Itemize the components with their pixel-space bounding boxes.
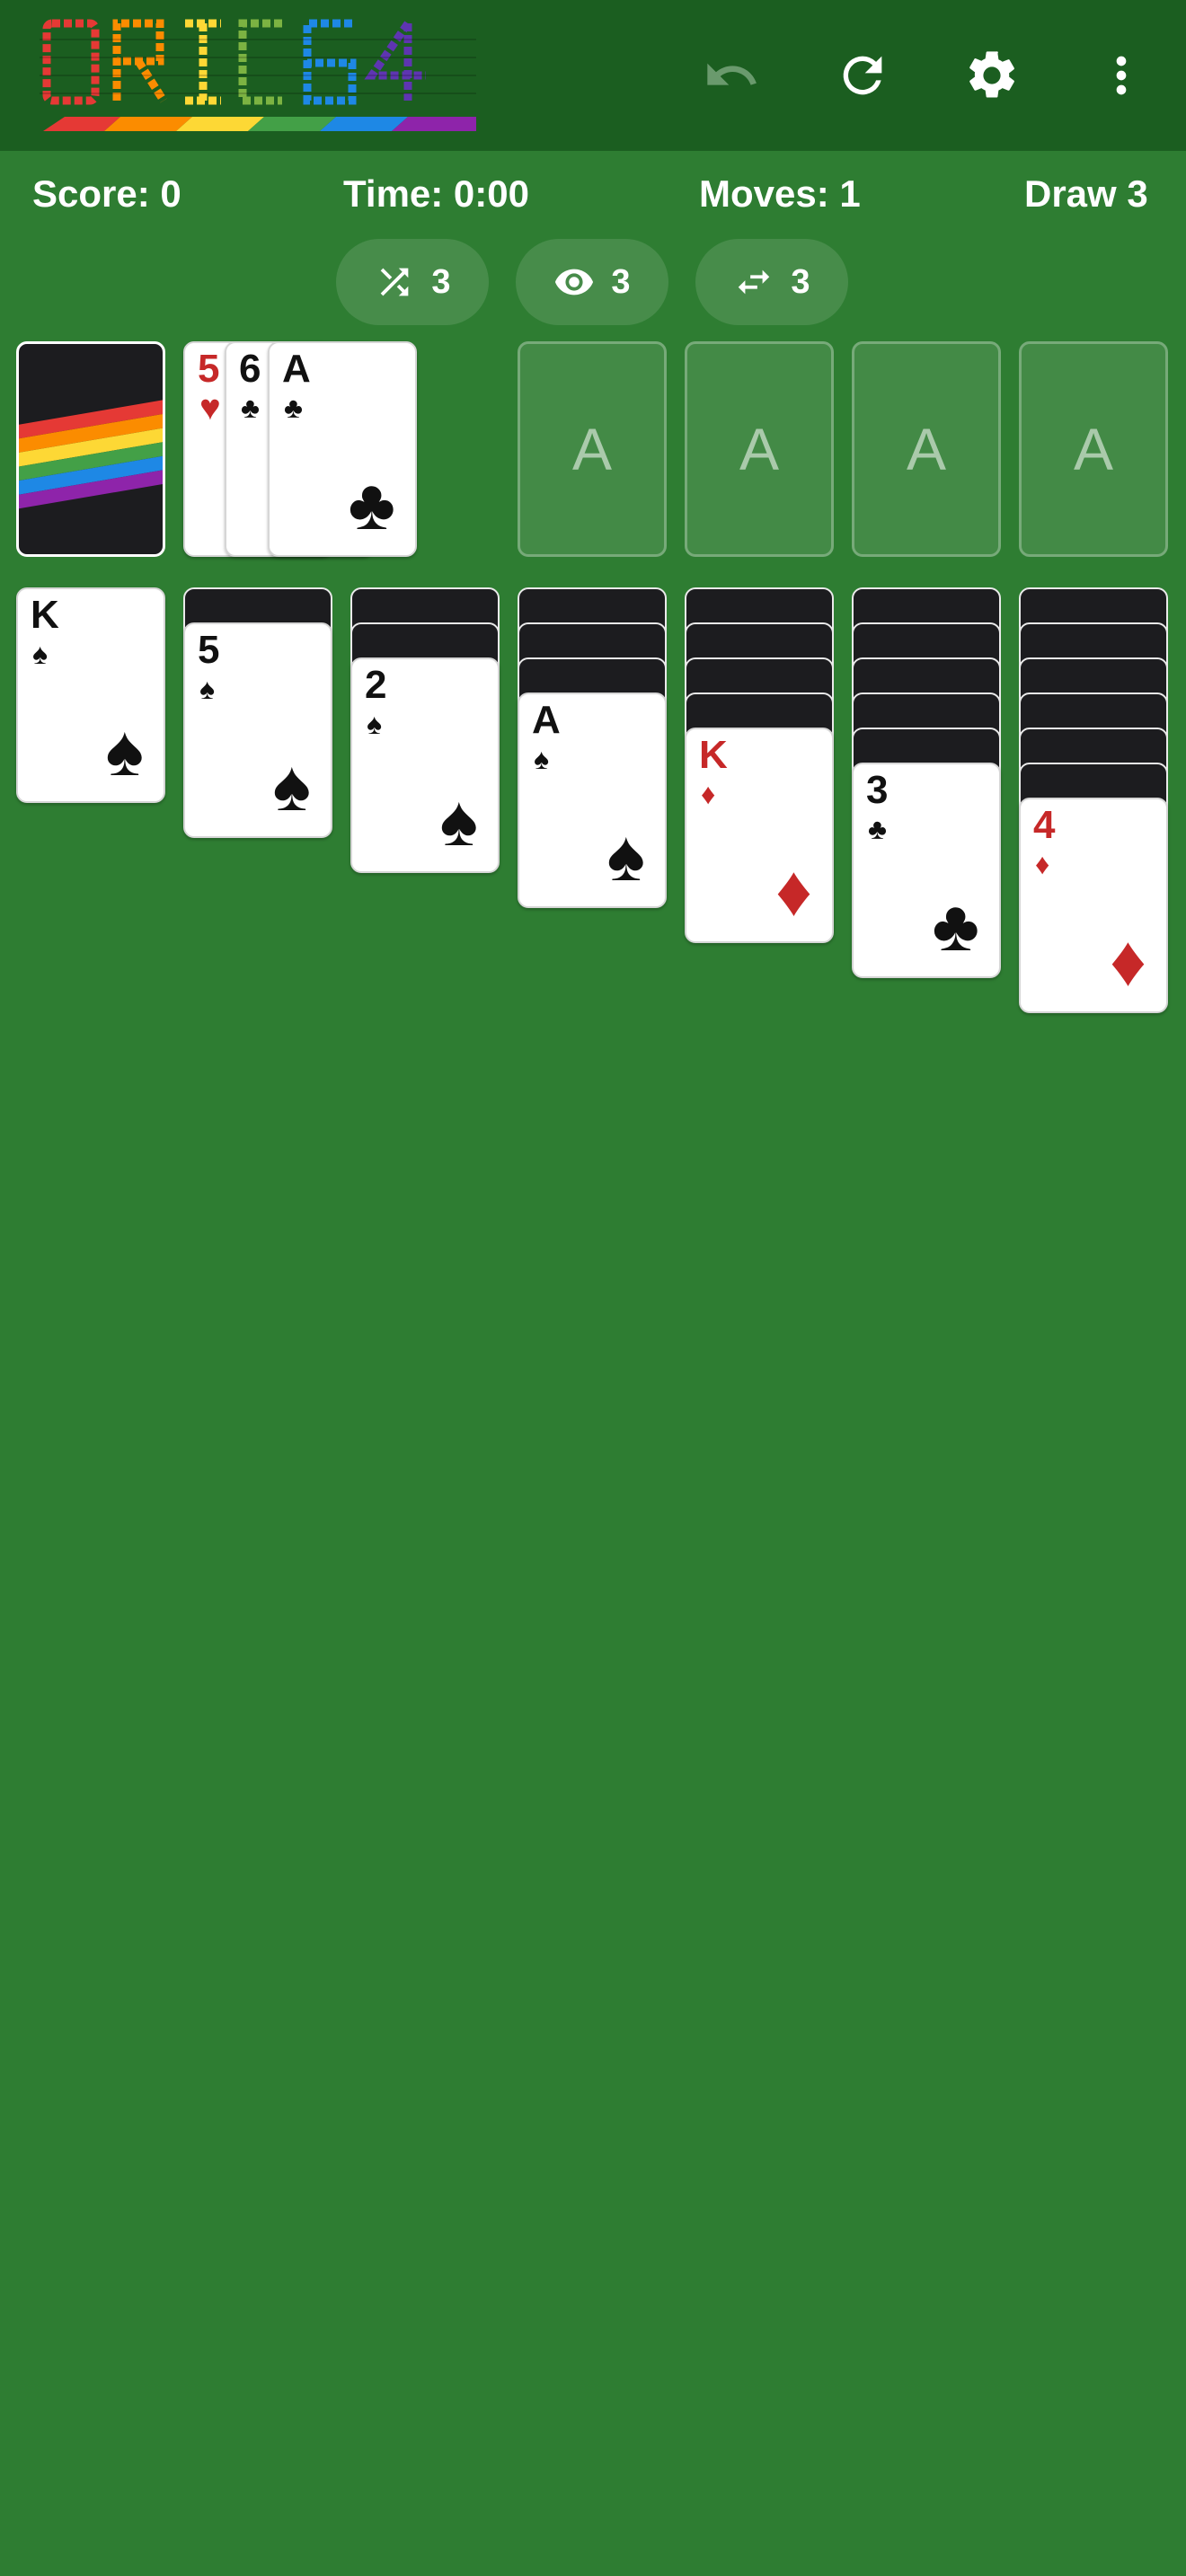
card-rank: 6 xyxy=(239,347,261,391)
card-suit: ♠ xyxy=(534,743,549,775)
tableau-top-card-2[interactable]: 5 ♠ ♠ xyxy=(183,622,332,838)
hint-count-pill[interactable]: 3 xyxy=(516,239,668,325)
card-rank: 5 xyxy=(198,347,220,391)
foundation-label: A xyxy=(1073,416,1114,482)
tableau-top-card-7[interactable]: 4 ♦ ♦ xyxy=(1019,798,1168,1013)
time-text: Time: 0:00 xyxy=(343,172,529,215)
shuffle-count-pill[interactable]: 3 xyxy=(336,239,489,325)
foundation-label: A xyxy=(739,416,780,482)
hint-count: 3 xyxy=(611,262,631,301)
card-rank: 3 xyxy=(866,768,889,812)
foundation-slot-2[interactable]: A xyxy=(685,341,834,557)
card-rank: K xyxy=(31,593,59,637)
swap-count: 3 xyxy=(791,262,810,301)
card-suit: ♣ xyxy=(284,392,303,424)
card-suit-large: ♣ xyxy=(932,886,980,966)
more-menu-button[interactable] xyxy=(1084,38,1159,113)
card-rank: K xyxy=(699,733,728,777)
settings-button[interactable] xyxy=(954,38,1030,113)
card-suit-large: ♣ xyxy=(348,464,396,544)
tableau-top-card-5[interactable]: K ♦ ♦ xyxy=(685,728,834,943)
gear-icon xyxy=(969,51,1014,98)
oric64-logo xyxy=(40,13,476,133)
card-suit: ♥ xyxy=(199,388,221,428)
card-suit: ♦ xyxy=(701,778,716,810)
eye-icon xyxy=(555,269,594,296)
foundation-slot-1[interactable]: A xyxy=(518,341,667,557)
undo-button[interactable] xyxy=(694,38,769,113)
card-suit: ♣ xyxy=(868,813,887,845)
swap-icon xyxy=(739,269,770,295)
card-suit-large: ♠ xyxy=(105,710,145,790)
card-suit: ♠ xyxy=(199,673,215,705)
foundation-label: A xyxy=(906,416,947,482)
tableau-top-card-3[interactable]: 2 ♠ ♠ xyxy=(350,657,500,873)
undo-icon xyxy=(707,63,757,85)
moves-text: Moves: 1 xyxy=(699,172,861,215)
card-suit: ♠ xyxy=(32,638,48,670)
foundation-label: A xyxy=(571,416,613,482)
card-back-rainbow xyxy=(19,400,163,509)
stock-pile[interactable] xyxy=(16,341,165,557)
foundation-slot-3[interactable]: A xyxy=(852,341,1001,557)
game-stats-bar: Score: 0 Time: 0:00 Moves: 1 Draw 3 xyxy=(0,162,1186,230)
more-vert-icon xyxy=(1116,56,1127,95)
foundation-slot-4[interactable]: A xyxy=(1019,341,1168,557)
card-rank: 5 xyxy=(198,628,220,672)
card-rank: 2 xyxy=(365,663,387,707)
card-rank: A xyxy=(532,698,561,742)
shuffle-count: 3 xyxy=(431,262,451,301)
tableau-top-card-6[interactable]: 3 ♣ ♣ xyxy=(852,763,1001,978)
swap-count-pill[interactable]: 3 xyxy=(695,239,848,325)
top-app-bar xyxy=(0,0,1186,151)
card-suit: ♠ xyxy=(367,708,382,740)
card-rank: 4 xyxy=(1033,803,1056,847)
card-suit-large: ♠ xyxy=(272,745,312,825)
card-suit-large: ♦ xyxy=(775,851,812,931)
card-suit: ♦ xyxy=(1035,848,1050,880)
card-rank: A xyxy=(282,347,311,391)
shuffle-icon xyxy=(381,268,409,296)
draw-mode-text: Draw 3 xyxy=(1024,172,1148,215)
tableau-top-card-1[interactable]: K ♠ ♠ xyxy=(16,587,165,803)
card-suit-large: ♠ xyxy=(606,816,646,895)
score-text: Score: 0 xyxy=(32,172,181,215)
card-suit-large: ♠ xyxy=(439,781,479,860)
restart-icon xyxy=(843,56,882,95)
restart-button[interactable] xyxy=(825,38,900,113)
card-suit-large: ♦ xyxy=(1110,921,1146,1001)
card-suit: ♣ xyxy=(241,392,260,424)
waste-top-card[interactable]: A ♣ ♣ xyxy=(268,341,417,557)
tableau-top-card-4[interactable]: A ♠ ♠ xyxy=(518,693,667,908)
